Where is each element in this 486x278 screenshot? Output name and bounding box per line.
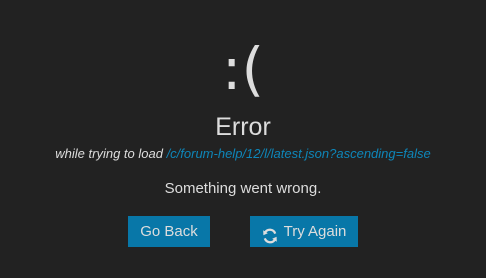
refresh-icon — [262, 224, 278, 243]
error-description: while trying to load /c/forum-help/12/l/… — [0, 145, 486, 163]
error-title: Error — [215, 113, 271, 141]
go-back-button[interactable]: Go Back — [128, 216, 210, 247]
sad-face-emoticon: :( — [221, 35, 265, 103]
try-again-label: Try Again — [283, 223, 347, 240]
error-message: Something went wrong. — [164, 180, 322, 197]
error-url-link[interactable]: /c/forum-help/12/l/latest.json?ascending… — [167, 146, 431, 161]
go-back-label: Go Back — [140, 223, 198, 240]
error-description-prefix: while trying to load — [55, 146, 167, 161]
try-again-button[interactable]: Try Again — [250, 216, 358, 247]
error-page: :( Error while trying to load /c/forum-h… — [0, 0, 486, 278]
